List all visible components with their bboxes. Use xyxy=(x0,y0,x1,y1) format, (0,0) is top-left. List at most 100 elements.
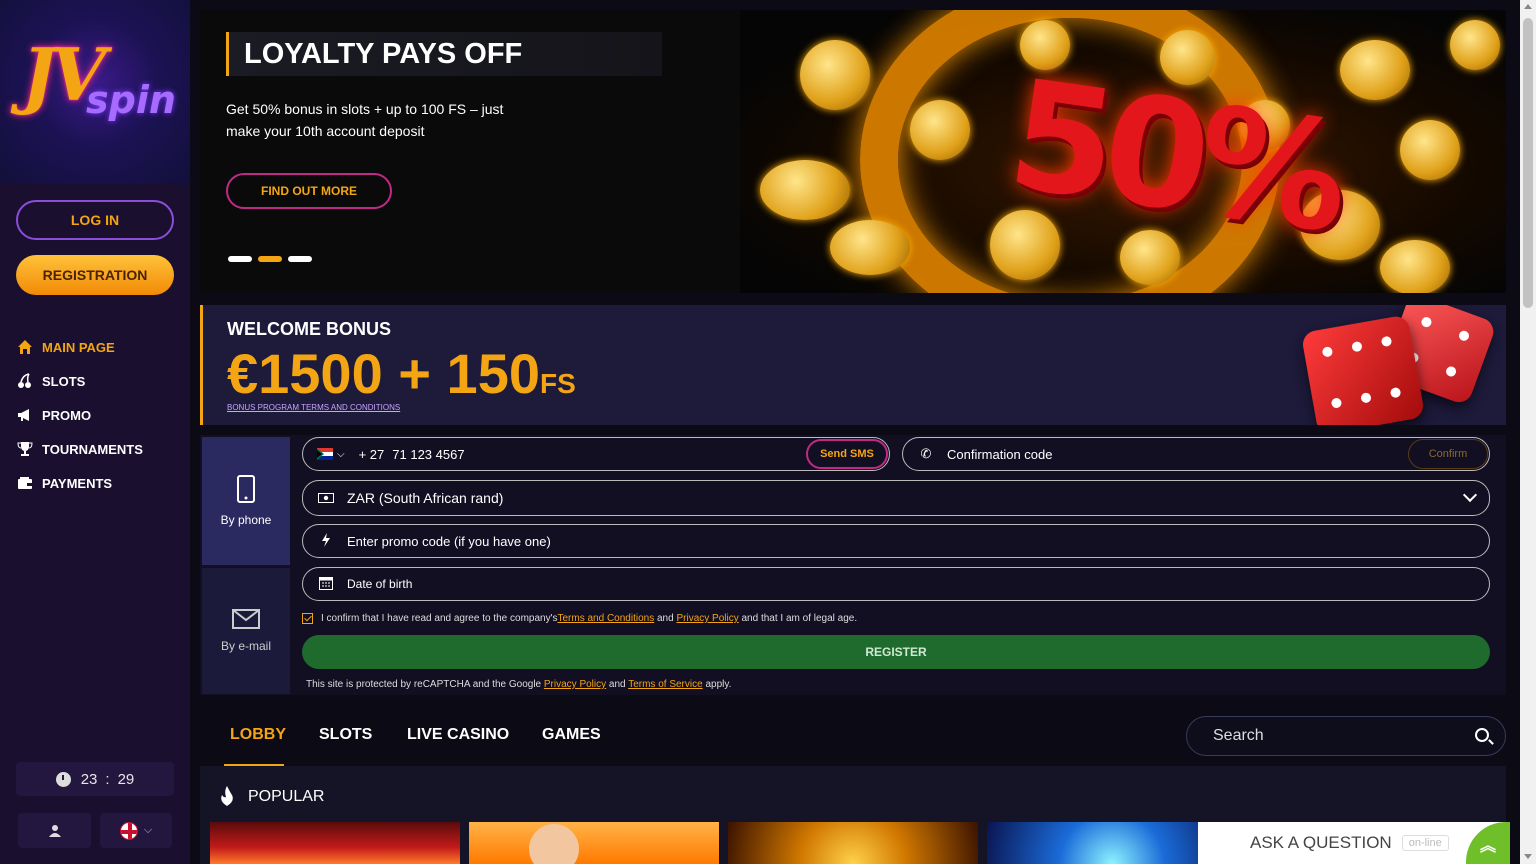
nav-item-payments[interactable]: PAYMENTS xyxy=(16,466,143,500)
chevron-down-icon xyxy=(1462,487,1478,503)
uk-flag-icon xyxy=(119,821,138,840)
clock: 23 : 29 xyxy=(16,762,174,796)
carousel-dot[interactable] xyxy=(288,256,312,262)
home-icon xyxy=(16,338,34,356)
nav-item-tournaments[interactable]: TOURNAMENTS xyxy=(16,432,143,466)
date-of-birth-input[interactable]: Date of birth xyxy=(347,577,412,591)
clock-icon xyxy=(55,771,71,787)
banner-title: LOYALTY PAYS OFF xyxy=(244,38,523,70)
sidebar: JV spin LOG IN REGISTRATION MAIN PAGE SL… xyxy=(0,0,190,864)
wallet-icon xyxy=(16,474,34,492)
tab-label: By e-mail xyxy=(220,639,271,653)
nav-item-main-page[interactable]: MAIN PAGE xyxy=(16,330,143,364)
banner-subtitle: Get 50% bonus in slots + up to 100 FS – … xyxy=(226,101,504,139)
scroll-up-arrow-icon[interactable] xyxy=(1524,4,1532,9)
nav-label: SLOTS xyxy=(42,373,86,389)
tab-by-phone[interactable]: By phone xyxy=(202,437,290,565)
page-scrollbar[interactable] xyxy=(1520,0,1536,864)
google-terms-link[interactable]: Terms of Service xyxy=(628,679,702,690)
scroll-thumb[interactable] xyxy=(1523,18,1533,308)
envelope-icon xyxy=(232,609,260,629)
calendar-icon xyxy=(317,576,335,593)
game-thumbnail[interactable] xyxy=(728,822,978,864)
recaptcha-text-1: This site is protected by reCAPTCHA and … xyxy=(306,679,544,690)
search-icon[interactable] xyxy=(1475,728,1489,742)
bonus-amount-suffix: FS xyxy=(539,368,576,399)
online-status: on-line xyxy=(1401,835,1449,851)
recaptcha-text-2: and xyxy=(606,679,629,690)
find-out-more-button[interactable]: FIND OUT MORE xyxy=(226,173,392,209)
search-input[interactable]: Search xyxy=(1186,716,1506,756)
confirmation-code-input[interactable]: Confirmation code xyxy=(947,447,1053,462)
confirm-button[interactable]: Confirm xyxy=(1408,439,1488,469)
privacy-policy-link[interactable]: Privacy Policy xyxy=(676,613,738,624)
ask-question-label: ASK A QUESTION xyxy=(1250,833,1392,852)
recaptcha-notice: This site is protected by reCAPTCHA and … xyxy=(306,679,731,690)
terms-agreement: I confirm that I have read and agree to … xyxy=(302,613,857,624)
terms-checkbox[interactable] xyxy=(302,613,313,624)
registration-form: By phone By e-mail ⌵ + 27 71 123 4567 Se… xyxy=(200,435,1506,695)
popular-title: POPULAR xyxy=(248,788,325,805)
nav-label: PROMO xyxy=(42,407,92,423)
ask-question-widget[interactable]: ASK A QUESTION on-line xyxy=(1198,822,1510,864)
date-of-birth-field[interactable]: Date of birth xyxy=(302,567,1490,601)
confirmation-code-field[interactable]: ✆ Confirmation code Confirm xyxy=(902,437,1490,471)
language-selector[interactable]: ⌵ xyxy=(100,813,172,848)
terms-link[interactable]: Terms and Conditions xyxy=(558,613,655,624)
bonus-amount: €1500 + 150FS xyxy=(227,341,576,406)
tab-label: By phone xyxy=(220,513,272,527)
phone-field[interactable]: ⌵ + 27 71 123 4567 Send SMS xyxy=(302,437,890,471)
game-thumbnail[interactable] xyxy=(469,822,719,864)
carousel-dots xyxy=(228,256,312,262)
phone-handset-icon: ✆ xyxy=(920,446,932,461)
chevron-up-icon: ︽ xyxy=(1479,838,1496,855)
currency-value: ZAR (South African rand) xyxy=(347,490,504,506)
phone-icon xyxy=(237,475,255,503)
promo-banner: 50% LOYALTY PAYS OFF Get 50% bonus in sl… xyxy=(200,10,1506,293)
clock-minutes: 29 xyxy=(117,770,135,788)
chevron-down-icon: ⌵ xyxy=(337,448,345,460)
google-privacy-link[interactable]: Privacy Policy xyxy=(544,679,606,690)
agree-text-3: and that I am of legal age. xyxy=(738,613,858,624)
bonus-amount-value: €1500 + 150 xyxy=(227,342,540,405)
tab-games[interactable]: GAMES xyxy=(542,726,601,744)
banner-image: 50% xyxy=(740,10,1506,293)
carousel-dot-active[interactable] xyxy=(258,256,282,262)
nav-label: PAYMENTS xyxy=(42,475,113,491)
search-placeholder: Search xyxy=(1213,727,1264,744)
nav-item-slots[interactable]: SLOTS xyxy=(16,364,143,398)
tab-live-casino[interactable]: LIVE CASINO xyxy=(407,726,509,744)
logo-spin-text: spin xyxy=(86,78,176,122)
nav-label: MAIN PAGE xyxy=(42,339,115,355)
clock-hours: 23 xyxy=(80,770,98,788)
game-category-tabs: LOBBY SLOTS LIVE CASINO GAMES Search xyxy=(200,710,1506,766)
user-profile-button[interactable] xyxy=(18,813,91,848)
clock-separator: : xyxy=(105,770,110,788)
trophy-icon xyxy=(16,440,34,458)
tab-slots[interactable]: SLOTS xyxy=(319,726,372,744)
tab-lobby[interactable]: LOBBY xyxy=(230,726,286,744)
phone-input[interactable]: 71 123 4567 xyxy=(392,447,464,462)
bonus-label: WELCOME BONUS xyxy=(227,319,391,339)
lightning-icon xyxy=(317,532,335,550)
send-sms-button[interactable]: Send SMS xyxy=(806,439,888,469)
logo[interactable]: JV spin xyxy=(0,0,190,184)
registration-button[interactable]: REGISTRATION xyxy=(16,255,174,295)
banknote-icon xyxy=(317,491,335,506)
welcome-bonus: WELCOME BONUS €1500 + 150FS BONUS PROGRA… xyxy=(200,305,1506,425)
za-flag-icon[interactable]: ⌵ xyxy=(317,448,345,460)
chevron-down-icon: ⌵ xyxy=(143,824,153,836)
phone-country-code: + 27 xyxy=(358,446,385,462)
promo-code-field[interactable]: Enter promo code (if you have one) xyxy=(302,524,1490,558)
tab-by-email[interactable]: By e-mail xyxy=(202,568,290,694)
recaptcha-text-3: apply. xyxy=(702,679,732,690)
scroll-down-arrow-icon[interactable] xyxy=(1524,854,1532,859)
game-thumbnail[interactable] xyxy=(210,822,460,864)
login-button[interactable]: LOG IN xyxy=(16,200,174,240)
promo-code-input[interactable]: Enter promo code (if you have one) xyxy=(347,534,551,549)
carousel-dot[interactable] xyxy=(228,256,252,262)
currency-select[interactable]: ZAR (South African rand) xyxy=(302,480,1490,516)
bonus-terms-link[interactable]: BONUS PROGRAM TERMS AND CONDITIONS xyxy=(227,403,400,412)
nav-item-promo[interactable]: PROMO xyxy=(16,398,143,432)
register-button[interactable]: REGISTER xyxy=(302,635,1490,669)
